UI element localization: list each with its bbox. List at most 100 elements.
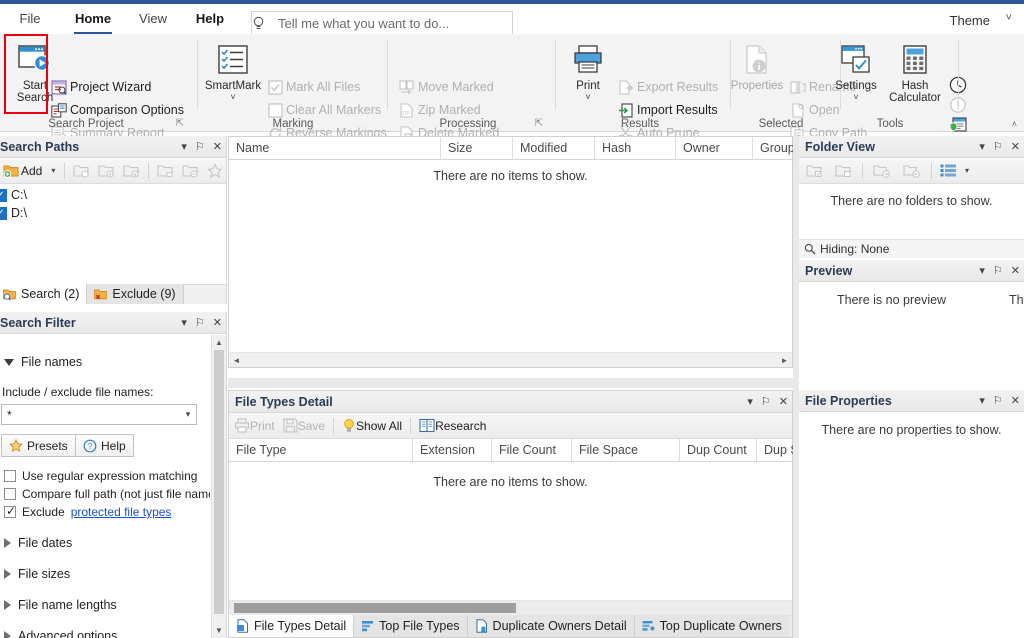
tab-top-file-types[interactable]: Top File Types <box>354 615 468 637</box>
scrollbar-thumb[interactable] <box>234 603 516 613</box>
column-header-file-count[interactable]: File Count <box>492 439 572 461</box>
help-button[interactable]: ? Help <box>75 434 134 457</box>
column-header-group[interactable]: Group <box>753 137 794 159</box>
tab-duplicate-owners-detail[interactable]: Duplicate Owners Detail <box>467 615 635 637</box>
column-header-name[interactable]: Name <box>229 137 441 159</box>
file-pattern-chevron-down-icon[interactable]: ▾ <box>180 409 196 420</box>
tab-file[interactable]: File <box>6 4 54 34</box>
folder-view-close-icon[interactable]: ✕ <box>1011 140 1020 153</box>
protected-file-types-link[interactable]: protected file types <box>71 505 172 519</box>
preview-pin-icon[interactable]: ⚐ <box>993 264 1003 277</box>
column-header-dup-space[interactable]: Dup S <box>757 439 794 461</box>
column-header-hash[interactable]: Hash <box>595 137 676 159</box>
exclude-protected-checkbox[interactable] <box>4 504 16 518</box>
tree-view-button[interactable] <box>937 160 961 182</box>
toolbar-separator <box>931 162 932 179</box>
use-regex-checkbox-row[interactable]: Use regular expression matching <box>4 469 197 483</box>
project-wizard-button[interactable]: Project Wizard <box>48 76 151 98</box>
search-path-row[interactable]: ✓ D:\ <box>0 206 27 220</box>
file-properties-dropdown-icon[interactable]: ▾ <box>979 394 985 407</box>
file-list-horizontal-scrollbar[interactable]: ◄ ► <box>229 352 792 367</box>
column-header-file-type[interactable]: File Type <box>229 439 413 461</box>
folder-view-pin-icon[interactable]: ⚐ <box>993 140 1003 153</box>
file-properties-pin-icon[interactable]: ⚐ <box>993 394 1003 407</box>
theme-chevron-down-icon[interactable]: ˅ <box>1006 12 1012 24</box>
search-filter-close-icon[interactable]: ✕ <box>213 316 222 329</box>
search-paths-dropdown-icon[interactable]: ▾ <box>181 140 187 153</box>
preview-dropdown-icon[interactable]: ▾ <box>979 264 985 277</box>
file-list-panel: Name Size Modified Hash Owner Group Ther… <box>228 136 794 368</box>
search-path-row[interactable]: ✓ C:\ <box>0 188 27 202</box>
tab-view[interactable]: View <box>128 4 178 34</box>
search-paths-list[interactable]: ✓ C:\ ✓ D:\ <box>0 184 226 280</box>
file-properties-close-icon[interactable]: ✕ <box>1011 394 1020 407</box>
tab-top-duplicate-owners[interactable]: Top Duplicate Owners <box>634 615 789 637</box>
use-regex-checkbox[interactable] <box>4 470 16 482</box>
scroll-up-arrow-icon[interactable]: ▲ <box>212 335 226 350</box>
filter-section-file-sizes[interactable]: File sizes <box>4 567 70 581</box>
column-header-size[interactable]: Size <box>441 137 513 159</box>
tab-search-paths-exclude[interactable]: Exclude (9) <box>87 284 184 304</box>
compare-full-path-checkbox-row[interactable]: Compare full path (not just file name) <box>4 487 210 501</box>
search-paths-title: Search Paths <box>0 139 80 154</box>
filter-section-advanced-options[interactable]: Advanced options <box>4 629 117 638</box>
path-checkbox[interactable]: ✓ <box>0 188 7 202</box>
scroll-down-arrow-icon[interactable]: ▼ <box>212 623 226 638</box>
search-filter-scrollbar[interactable]: ▲ ▼ <box>211 335 226 638</box>
hash-calculator-button[interactable]: SettingsHashCalculator <box>883 40 947 104</box>
show-all-button[interactable]: Show All <box>339 415 405 437</box>
compare-full-path-checkbox[interactable] <box>4 488 16 500</box>
tell-me-search-box[interactable]: Tell me what you want to do... <box>251 11 513 36</box>
clear-all-markers-label: Clear All Markers <box>286 103 382 117</box>
ribbon-collapse-chevron-icon[interactable]: ˄ <box>1012 119 1017 129</box>
tab-search-paths-exclude-label: Exclude (9) <box>112 287 176 301</box>
filter-section-file-name-lengths[interactable]: File name lengths <box>4 598 117 612</box>
add-path-button[interactable]: Add <box>0 160 45 182</box>
research-button[interactable]: Research <box>416 415 489 437</box>
tab-help[interactable]: Help <box>182 4 238 34</box>
settings-chevron-down-icon[interactable]: ˅ <box>827 92 885 102</box>
scroll-left-arrow-icon[interactable]: ◄ <box>229 353 244 368</box>
exclude-protected-checkbox-row[interactable]: Exclude protected file types <box>4 504 172 519</box>
folder-view-dropdown-icon[interactable]: ▾ <box>979 140 985 153</box>
smartmark-button[interactable]: SmartMark ˅ <box>204 40 262 102</box>
print-chevron-down-icon[interactable]: ˅ <box>559 92 617 102</box>
theme-button[interactable]: Theme <box>950 13 990 28</box>
smartmark-chevron-down-icon[interactable]: ˅ <box>204 92 262 102</box>
column-header-file-space[interactable]: File Space <box>572 439 680 461</box>
presets-button[interactable]: Presets <box>1 434 76 457</box>
filter-section-file-names[interactable]: File names <box>4 355 82 369</box>
tab-file-types-detail[interactable]: File Types Detail <box>229 615 355 637</box>
magnifier-icon <box>804 243 816 255</box>
file-types-detail-pin-icon[interactable]: ⚐ <box>761 395 771 408</box>
tree-view-dropdown-icon[interactable]: ▾ <box>963 166 969 175</box>
search-paths-pin-icon[interactable]: ⚐ <box>195 140 205 153</box>
file-types-detail-close-icon[interactable]: ✕ <box>779 395 788 408</box>
tab-home[interactable]: Home <box>62 4 124 34</box>
file-pattern-input[interactable]: * ▾ <box>1 404 197 425</box>
tab-search-paths-search[interactable]: Search (2) <box>0 284 88 304</box>
path-checkbox[interactable]: ✓ <box>0 206 7 220</box>
file-types-horizontal-scrollbar[interactable] <box>229 600 792 615</box>
preview-close-icon[interactable]: ✕ <box>1011 264 1020 277</box>
scrollbar-thumb[interactable] <box>214 350 224 614</box>
column-header-extension[interactable]: Extension <box>413 439 492 461</box>
search-filter-dropdown-icon[interactable]: ▾ <box>181 316 187 329</box>
add-path-dropdown-icon[interactable]: ▾ <box>47 166 59 175</box>
tab-top-duplicate-owners-label: Top Duplicate Owners <box>659 619 782 633</box>
folder-check-button <box>70 160 93 182</box>
mark-all-files-label: Mark All Files <box>286 80 361 94</box>
search-paths-close-icon[interactable]: ✕ <box>213 140 222 153</box>
search-filter-pin-icon[interactable]: ⚐ <box>195 316 205 329</box>
scroll-right-arrow-icon[interactable]: ► <box>777 353 792 368</box>
search-project-launcher[interactable]: ⇱ <box>176 118 184 129</box>
print-button[interactable]: Print ˅ <box>559 40 617 102</box>
filter-section-file-dates[interactable]: File dates <box>4 536 72 550</box>
column-header-modified[interactable]: Modified <box>513 137 595 159</box>
processing-launcher[interactable]: ⇱ <box>535 118 543 129</box>
column-header-owner[interactable]: Owner <box>676 137 753 159</box>
file-types-detail-dropdown-icon[interactable]: ▾ <box>747 395 753 408</box>
column-header-dup-count[interactable]: Dup Count <box>680 439 757 461</box>
settings-button[interactable]: Settings ˅ <box>827 40 885 102</box>
center-splitter[interactable] <box>228 378 793 388</box>
